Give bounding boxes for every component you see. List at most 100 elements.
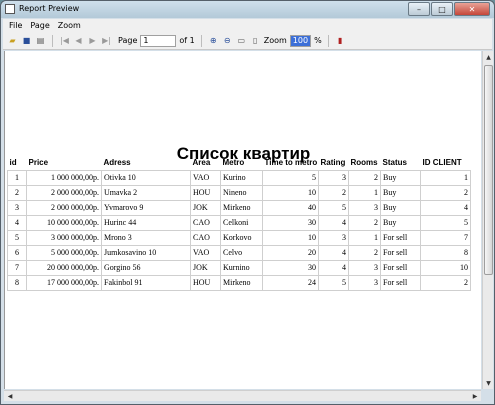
cell-id: 5 (7, 229, 27, 246)
scroll-down-icon[interactable]: ▼ (483, 377, 494, 389)
last-page-icon[interactable]: ▶| (101, 35, 112, 46)
cell-time-to-metro: 40 (262, 199, 319, 216)
table-row: 6 5 000 000,00р. Jumkosavino 10 VAO Celv… (7, 244, 471, 261)
title-bar[interactable]: Report Preview – □ ✕ (1, 1, 494, 18)
maximize-icon: □ (438, 4, 446, 14)
exit-icon[interactable]: ▮ (335, 35, 346, 46)
report-preview-window: Report Preview – □ ✕ File Page Zoom ▰ ■ … (0, 0, 495, 405)
page-label: Page (118, 36, 138, 45)
cell-adress: Mrono 3 (101, 229, 191, 246)
cell-adress: Hurinc 44 (101, 214, 191, 231)
open-folder-icon[interactable]: ▰ (7, 35, 18, 46)
column-header: Status (382, 158, 407, 168)
cell-adress: Jumkosavino 10 (101, 244, 191, 261)
cell-rating: 5 (318, 274, 349, 291)
cell-metro: Celkoni (220, 214, 263, 231)
cell-id-client: 2 (420, 184, 471, 201)
cell-rooms: 3 (348, 199, 381, 216)
cell-status: Buy (380, 169, 421, 186)
minimize-button[interactable]: – (408, 2, 430, 16)
cell-price: 20 000 000,00р. (26, 259, 102, 276)
cell-adress: Gorgino 56 (101, 259, 191, 276)
column-header: ID CLIENT (422, 158, 462, 168)
toolbar-separator (52, 34, 53, 47)
cell-id-client: 5 (420, 214, 471, 231)
fit-page-icon[interactable]: ▯ (250, 35, 261, 46)
cell-adress: Yvmarovo 9 (101, 199, 191, 216)
horizontal-scrollbar[interactable]: ◀ ▶ (4, 390, 481, 401)
menu-zoom[interactable]: Zoom (58, 21, 81, 30)
column-header: Metro (222, 158, 245, 168)
print-icon[interactable]: ▤ (35, 35, 46, 46)
cell-metro: Nineno (220, 184, 263, 201)
cell-time-to-metro: 5 (262, 169, 319, 186)
cell-area: VAO (190, 169, 221, 186)
cell-status: Buy (380, 199, 421, 216)
cell-rating: 4 (318, 259, 349, 276)
cell-metro: Korkovo (220, 229, 263, 246)
cell-price: 3 000 000,00р. (26, 229, 102, 246)
cell-status: For sell (380, 229, 421, 246)
next-page-icon[interactable]: ▶ (87, 35, 98, 46)
cell-rooms: 2 (348, 214, 381, 231)
cell-metro: Kurino (220, 169, 263, 186)
cell-rating: 2 (318, 184, 349, 201)
cell-status: For sell (380, 244, 421, 261)
cell-id: 6 (7, 244, 27, 261)
cell-area: HOU (190, 184, 221, 201)
previous-page-icon[interactable]: ◀ (73, 35, 84, 46)
scroll-up-icon[interactable]: ▲ (483, 51, 494, 63)
menu-file[interactable]: File (9, 21, 22, 30)
table-header-row: id Price Adress Area Metro Time to metro… (8, 156, 471, 170)
cell-rooms: 1 (348, 184, 381, 201)
vertical-scroll-thumb[interactable] (484, 65, 493, 275)
cell-status: For sell (380, 259, 421, 276)
page-number-input[interactable]: 1 (140, 34, 177, 47)
apartments-table: id Price Adress Area Metro Time to metro… (7, 156, 471, 291)
scroll-left-icon[interactable]: ◀ (4, 391, 16, 402)
cell-area: CAO (190, 229, 221, 246)
column-header: Price (28, 158, 49, 168)
cell-area: HOU (190, 274, 221, 291)
cell-time-to-metro: 24 (262, 274, 319, 291)
table-row: 4 10 000 000,00р. Hurinc 44 CAO Celkoni … (7, 214, 471, 231)
cell-id: 7 (7, 259, 27, 276)
cell-id-client: 4 (420, 199, 471, 216)
cell-rating: 3 (318, 229, 349, 246)
cell-rooms: 2 (348, 169, 381, 186)
menu-page[interactable]: Page (30, 21, 49, 30)
vertical-scrollbar[interactable]: ▲ ▼ (482, 51, 493, 389)
cell-rating: 5 (318, 199, 349, 216)
cell-time-to-metro: 10 (262, 184, 319, 201)
toolbar: ▰ ■ ▤ |◀ ◀ ▶ ▶| Page 1 of 1 ⊕ ⊖ ▭ ▯ Zoom… (3, 32, 492, 50)
column-header: Adress (103, 158, 131, 168)
zoom-in-icon[interactable]: ⊕ (208, 35, 219, 46)
table-row: 7 20 000 000,00р. Gorgino 56 JOK Kurnino… (7, 259, 471, 276)
app-icon (5, 4, 15, 14)
column-header: Area (192, 158, 211, 168)
save-icon[interactable]: ■ (21, 35, 32, 46)
cell-rating: 3 (318, 169, 349, 186)
cell-metro: Mirkeno (220, 199, 263, 216)
zoom-out-icon[interactable]: ⊖ (222, 35, 233, 46)
cell-status: For sell (380, 274, 421, 291)
cell-id: 2 (7, 184, 27, 201)
cell-id-client: 10 (420, 259, 471, 276)
page-count-label: of 1 (179, 36, 195, 45)
cell-adress: Umavka 2 (101, 184, 191, 201)
scroll-right-icon[interactable]: ▶ (469, 391, 481, 402)
zoom-input[interactable]: 100 (289, 34, 312, 47)
cell-area: VAO (190, 244, 221, 261)
cell-id-client: 8 (420, 244, 471, 261)
cell-rooms: 1 (348, 229, 381, 246)
cell-adress: Otivka 10 (101, 169, 191, 186)
first-page-icon[interactable]: |◀ (59, 35, 70, 46)
maximize-button[interactable]: □ (431, 2, 453, 16)
close-button[interactable]: ✕ (454, 2, 490, 16)
cell-id: 1 (7, 169, 27, 186)
cell-time-to-metro: 20 (262, 244, 319, 261)
cell-price: 2 000 000,00р. (26, 184, 102, 201)
cell-metro: Celvo (220, 244, 263, 261)
table-row: 1 1 000 000,00р. Otivka 10 VAO Kurino 5 … (7, 169, 471, 186)
fit-width-icon[interactable]: ▭ (236, 35, 247, 46)
